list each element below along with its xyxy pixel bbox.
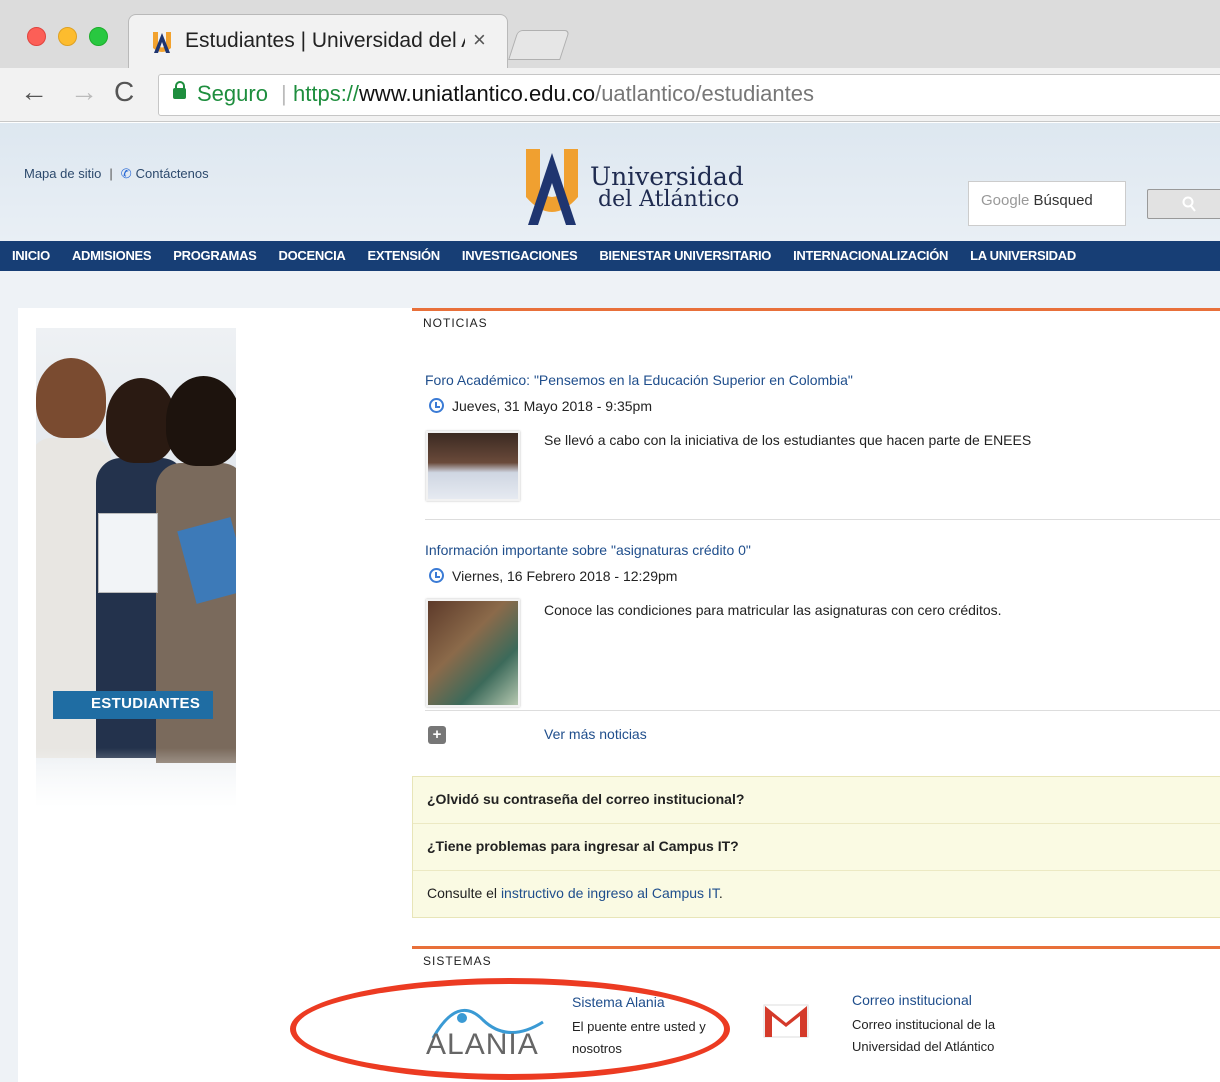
nav-item-internacionalizacion[interactable]: INTERNACIONALIZACIÓN xyxy=(781,241,958,271)
book-shape xyxy=(98,513,158,593)
faq-forgot-password[interactable]: ¿Olvidó su contraseña del correo institu… xyxy=(413,777,1220,824)
banner-fade xyxy=(36,748,236,808)
address-toolbar: ← → C Seguro | https://www.uniatlantico.… xyxy=(0,68,1220,122)
nav-item-docencia[interactable]: DOCENCIA xyxy=(267,241,356,271)
maximize-window-button[interactable] xyxy=(89,27,108,46)
phone-icon: ✆ xyxy=(120,166,132,181)
nav-item-programas[interactable]: PROGRAMAS xyxy=(161,241,266,271)
main-navigation: INICIO ADMISIONES PROGRAMAS DOCENCIA EXTENSI… xyxy=(0,241,1220,271)
search-placeholder: Búsqued xyxy=(1033,192,1093,209)
systems-heading: SISTEMAS xyxy=(412,946,1220,976)
faq-consult-prefix: Consulte el xyxy=(427,885,501,901)
news-divider xyxy=(425,710,1220,711)
top-links: Mapa de sitio | ✆ Contáctenos xyxy=(24,166,209,182)
browser-tab-bar: Estudiantes | Universidad del A × xyxy=(0,0,1220,68)
systems-section: SISTEMAS xyxy=(412,946,1220,976)
nav-item-la-universidad[interactable]: LA UNIVERSIDAD xyxy=(958,241,1086,271)
close-window-button[interactable] xyxy=(27,27,46,46)
sitemap-link[interactable]: Mapa de sitio xyxy=(24,166,101,181)
site-header: Mapa de sitio | ✆ Contáctenos Universidad d… xyxy=(0,123,1220,241)
help-box: ¿Olvidó su contraseña del correo institu… xyxy=(412,776,1220,918)
web-page: Mapa de sitio | ✆ Contáctenos Universidad d… xyxy=(0,123,1220,1082)
news-heading: NOTICIAS xyxy=(412,308,1220,338)
url-protocol: https:// xyxy=(293,81,360,106)
logo-text-line2: del Atlántico xyxy=(598,187,740,212)
faq-campus-problems[interactable]: ¿Tiene problemas para ingresar al Campus… xyxy=(413,824,1220,871)
student-head xyxy=(166,376,236,466)
news-item-title[interactable]: Foro Académico: "Pensemos en la Educació… xyxy=(425,372,853,388)
news-item-summary: Conoce las condiciones para matricular l… xyxy=(544,602,1002,618)
main-content: ESTUDIANTES NOTICIAS Foro Académico: "Pe… xyxy=(18,308,1220,1082)
mail-system-link[interactable]: Correo institucional xyxy=(852,992,972,1008)
magnifier-icon xyxy=(1182,196,1196,212)
gmail-icon[interactable] xyxy=(762,1003,810,1039)
news-item-summary: Se llevó a cabo con la iniciativa de los… xyxy=(544,432,1032,448)
google-search-input[interactable]: Google Búsqued xyxy=(968,181,1126,226)
more-news-link[interactable]: Ver más noticias xyxy=(544,726,647,742)
nav-item-bienestar[interactable]: BIENESTAR UNIVERSITARIO xyxy=(587,241,781,271)
tab-title: Estudiantes | Universidad del A xyxy=(185,29,465,52)
search-button[interactable] xyxy=(1147,189,1220,219)
students-banner-label: ESTUDIANTES xyxy=(53,691,213,719)
faq-consult: Consulte el instructivo de ingreso al Ca… xyxy=(413,871,1220,918)
reload-button[interactable]: C xyxy=(114,76,134,108)
nav-item-inicio[interactable]: INICIO xyxy=(0,241,60,271)
secure-label: Seguro xyxy=(197,81,268,106)
university-logo-mark-icon xyxy=(526,149,578,225)
university-favicon-icon xyxy=(153,32,171,53)
plus-icon[interactable]: + xyxy=(428,726,446,744)
nav-item-investigaciones[interactable]: INVESTIGACIONES xyxy=(450,241,587,271)
lock-icon xyxy=(173,81,186,99)
forward-button[interactable]: → xyxy=(70,76,98,108)
search-google-label: Google xyxy=(981,192,1030,209)
news-item-thumbnail[interactable] xyxy=(426,431,520,501)
tab-close-icon[interactable]: × xyxy=(473,27,486,53)
campus-instructions-link[interactable]: instructivo de ingreso al Campus IT xyxy=(501,885,719,901)
students-banner-image xyxy=(36,328,236,808)
news-item-title[interactable]: Información importante sobre "asignatura… xyxy=(425,542,751,558)
nav-item-extension[interactable]: EXTENSIÓN xyxy=(355,241,449,271)
new-tab-button[interactable] xyxy=(508,30,570,60)
news-item-date: Jueves, 31 Mayo 2018 - 9:35pm xyxy=(429,396,652,414)
url-text[interactable]: https://www.uniatlantico.edu.co/uatlanti… xyxy=(293,81,814,107)
news-column: NOTICIAS Foro Académico: "Pensemos en la… xyxy=(412,308,1220,1061)
clock-icon xyxy=(429,398,444,413)
browser-tab[interactable]: Estudiantes | Universidad del A × xyxy=(128,14,508,68)
address-separator: | xyxy=(281,81,287,106)
annotation-ellipse xyxy=(290,978,730,1080)
nav-item-admisiones[interactable]: ADMISIONES xyxy=(60,241,161,271)
news-item-thumbnail[interactable] xyxy=(426,599,520,707)
faq-consult-suffix: . xyxy=(718,885,723,901)
news-item-date: Viernes, 16 Febrero 2018 - 12:29pm xyxy=(429,566,677,584)
address-bar[interactable]: Seguro | https://www.uniatlantico.edu.co… xyxy=(158,74,1220,116)
back-button[interactable]: ← xyxy=(20,76,48,108)
url-path: /uatlantico/estudiantes xyxy=(595,81,815,106)
news-item-date-text: Jueves, 31 Mayo 2018 - 9:35pm xyxy=(452,398,653,414)
url-host: www.uniatlantico.edu.co xyxy=(359,81,596,106)
mail-system-description: Correo institucional de la Universidad d… xyxy=(852,1017,996,1054)
news-divider xyxy=(425,519,1220,520)
university-logo[interactable]: Universidad del Atlántico xyxy=(522,149,744,225)
clock-icon xyxy=(429,568,444,583)
minimize-window-button[interactable] xyxy=(58,27,77,46)
student-head xyxy=(36,358,106,438)
top-links-separator: | xyxy=(109,166,113,181)
news-item-date-text: Viernes, 16 Febrero 2018 - 12:29pm xyxy=(452,568,678,584)
contact-link[interactable]: Contáctenos xyxy=(136,166,209,181)
